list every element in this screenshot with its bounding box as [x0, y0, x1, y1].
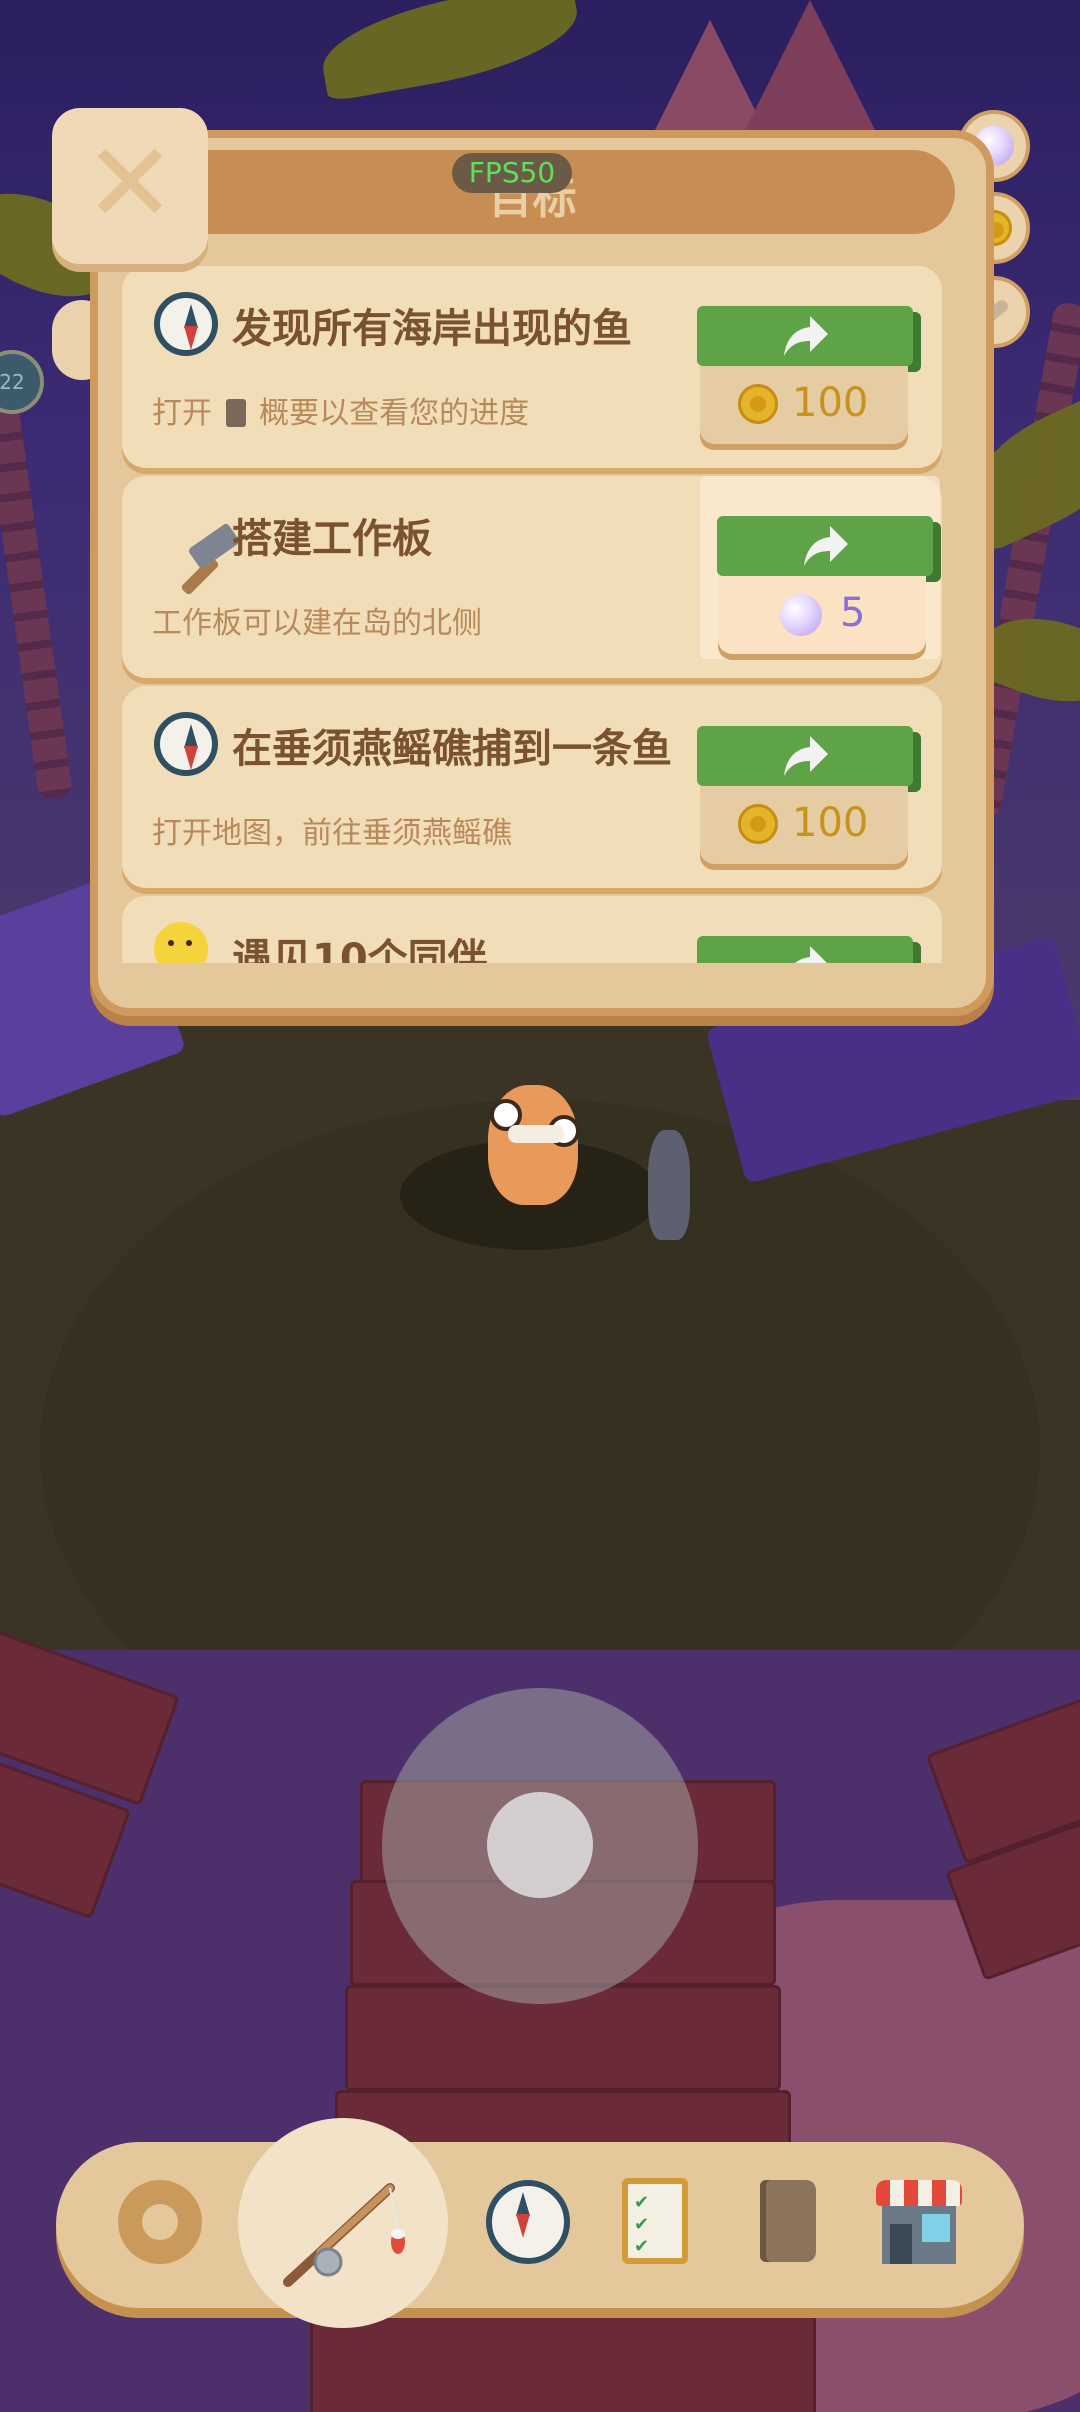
bridge-plank [310, 2310, 816, 2412]
hut-roof [740, 0, 880, 140]
goal-title: 在垂须燕鳐礁捕到一条鱼 [232, 726, 672, 772]
share-arrow-icon [795, 946, 827, 963]
close-icon: ✕ [83, 119, 177, 247]
clipboard-icon[interactable] [622, 2178, 688, 2264]
fish-eye [548, 1115, 580, 1147]
goal-description-prefix: 打开 [152, 396, 212, 431]
goal-reward: 5 [718, 576, 926, 654]
gear-icon[interactable] [110, 2172, 210, 2272]
reward-amount: 5 [840, 590, 866, 636]
hammer-icon [154, 502, 241, 596]
goal-description-suffix: 概要以查看您的进度 [259, 396, 530, 431]
goal-reward: 100 [700, 786, 908, 864]
chick-icon [154, 922, 208, 963]
goal-description: 打开地图，前往垂须燕鳐礁 [152, 816, 512, 851]
coin-icon [738, 804, 778, 844]
reward-amount: 100 [792, 380, 869, 426]
goal-description: 打开 概要以查看您的进度 [152, 388, 529, 432]
goal-title: 发现所有海岸出现的鱼 [232, 306, 632, 352]
goal-reward: 100 [700, 366, 908, 444]
reward-amount: 100 [792, 800, 869, 846]
go-to-goal-button[interactable] [697, 936, 913, 963]
pearl-icon [780, 594, 822, 636]
joystick-thumb[interactable] [487, 1792, 593, 1898]
share-arrow-icon [784, 736, 828, 776]
go-to-goal-button[interactable] [717, 516, 933, 576]
goal-card: 发现所有海岸出现的鱼 打开 概要以查看您的进度 100 [122, 266, 942, 468]
companion-cat [648, 1130, 690, 1240]
highlighted-goal-action[interactable]: 5 [700, 476, 940, 659]
map-compass-icon[interactable] [486, 2180, 570, 2264]
shop-icon[interactable] [876, 2180, 962, 2264]
goal-description: 工作板可以建在岛的北侧 [152, 606, 482, 641]
close-button[interactable]: ✕ [52, 108, 208, 264]
goal-title: 搭建工作板 [232, 516, 432, 562]
go-to-goal-button[interactable] [697, 726, 913, 786]
fish-eye [490, 1099, 522, 1131]
share-arrow-icon [784, 316, 828, 356]
fishing-rod-icon[interactable] [270, 2170, 420, 2300]
compass-icon [154, 712, 218, 776]
book-icon [225, 399, 246, 427]
goal-card: 遇见10个同伴 [122, 896, 942, 963]
goal-card: 在垂须燕鳐礁捕到一条鱼 打开地图，前往垂须燕鳐礁 100 [122, 686, 942, 888]
level-badge-text: 22 [0, 370, 25, 394]
share-arrow-icon [804, 526, 848, 566]
book-icon[interactable] [760, 2180, 816, 2262]
compass-icon [154, 292, 218, 356]
player-fish-character [488, 1085, 580, 1205]
coin-icon [738, 384, 778, 424]
goal-title: 遇见10个同伴 [232, 936, 488, 963]
go-to-goal-button[interactable] [697, 306, 913, 366]
fps-counter: FPS50 [452, 153, 572, 193]
